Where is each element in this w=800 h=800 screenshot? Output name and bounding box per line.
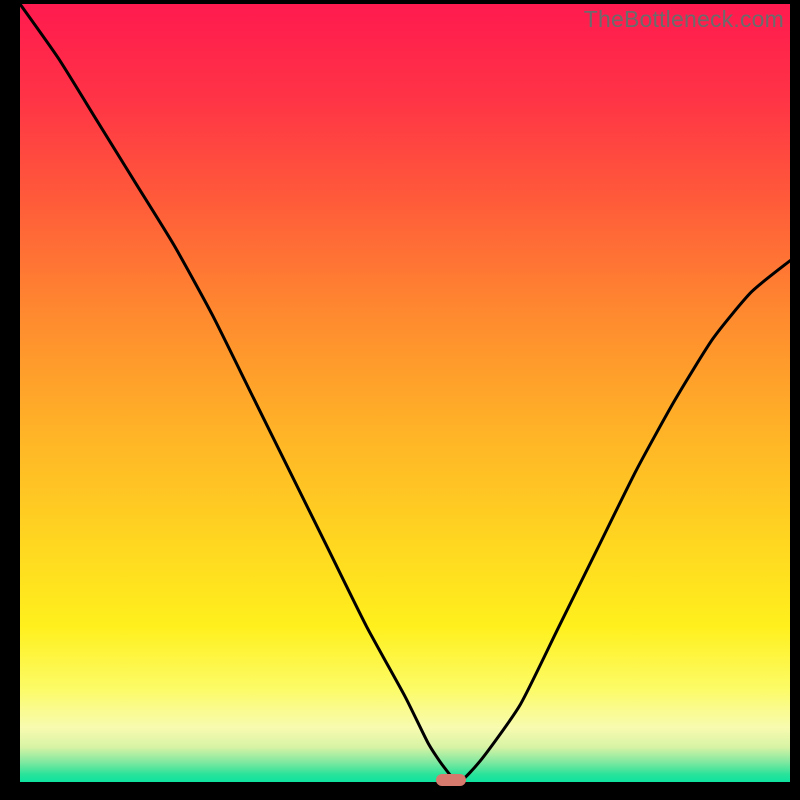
bottleneck-curve xyxy=(20,4,790,782)
watermark: TheBottleneck.com xyxy=(584,6,784,33)
optimal-marker xyxy=(436,774,466,786)
chart-frame xyxy=(20,4,790,782)
plot-area xyxy=(20,4,790,782)
